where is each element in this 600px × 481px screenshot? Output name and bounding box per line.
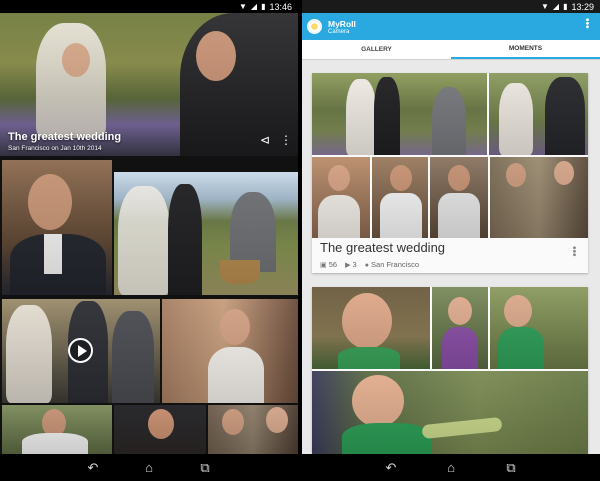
signal-icon: ◢: [552, 1, 560, 11]
status-time: 13:29: [571, 1, 594, 12]
overflow-menu-icon[interactable]: ⋮: [280, 133, 292, 147]
tab-moments[interactable]: MOMENTS: [451, 40, 600, 59]
play-video-icon[interactable]: [68, 338, 93, 363]
photo-bride-laughing[interactable]: [162, 299, 298, 403]
home-icon[interactable]: ⌂: [138, 460, 160, 475]
location-stat: ● San Francisco: [365, 260, 419, 269]
videos-stat: ▶ 3: [345, 260, 357, 269]
screenshot-stage: ▼ ◢ ▮ 13:46 The greatest wedding San Fra…: [0, 0, 600, 481]
card-photo-officiant: [430, 157, 488, 238]
card-photo-groom-laughing: [372, 157, 428, 238]
card-overflow-icon[interactable]: •••: [568, 246, 579, 257]
wifi-icon: ▼: [238, 1, 247, 11]
photo-groom-portrait[interactable]: [2, 160, 112, 295]
tab-gallery[interactable]: GALLERY: [302, 40, 451, 59]
wifi-icon: ▼: [540, 1, 549, 11]
photos-stat: ▣ 56: [320, 260, 337, 269]
card-photo-girl: [432, 287, 488, 369]
hero-title: The greatest wedding: [8, 131, 122, 143]
photo-icon: ▣: [320, 262, 327, 269]
home-icon[interactable]: ⌂: [440, 460, 462, 475]
status-bar: ▼ ◢ ▮ 13:29: [302, 0, 600, 13]
battery-icon: ▮: [261, 1, 266, 11]
photo-ceremony[interactable]: [114, 172, 298, 295]
left-phone-screen: ▼ ◢ ▮ 13:46 The greatest wedding San Fra…: [0, 0, 298, 481]
photo-guest-outdoor[interactable]: [2, 405, 112, 455]
video-icon: ▶: [345, 262, 351, 269]
app-logo-icon[interactable]: [307, 19, 322, 34]
card-photo-couple-rings: [489, 73, 588, 155]
recents-icon[interactable]: ⧉: [500, 460, 522, 476]
signal-icon: ◢: [250, 1, 258, 11]
status-bar: ▼ ◢ ▮ 13:46: [0, 0, 298, 13]
app-bar: MyRoll Camera •••: [302, 13, 600, 40]
app-title-group[interactable]: MyRoll Camera: [328, 19, 356, 35]
back-icon[interactable]: ↶: [380, 460, 402, 476]
status-time: 13:46: [269, 1, 292, 12]
photos-count: 56: [328, 260, 338, 269]
card-photo-boy-eating: [312, 371, 588, 457]
hero-actions: ⊲ ⋮: [260, 133, 292, 147]
moment-card[interactable]: [312, 287, 588, 457]
location-pin-icon: ●: [364, 262, 369, 269]
card-photo-ceremony: [312, 73, 487, 155]
app-subtitle: Camera: [328, 28, 350, 35]
hero-caption: The greatest wedding San Francisco on Ja…: [8, 131, 121, 152]
battery-icon: ▮: [563, 1, 568, 11]
moment-card[interactable]: The greatest wedding ▣ 56 ▶ 3 ● San Fran…: [312, 73, 588, 273]
photo-eating[interactable]: [114, 405, 206, 455]
recents-icon[interactable]: ⧉: [194, 460, 216, 476]
card-meta: The greatest wedding ▣ 56 ▶ 3 ● San Fran…: [312, 238, 588, 273]
card-photo-bride: [312, 157, 370, 238]
right-phone-screen: ▼ ◢ ▮ 13:29 MyRoll Camera ••• GALLERY MO…: [302, 0, 600, 481]
overflow-menu-icon[interactable]: •••: [581, 18, 592, 29]
videos-count: 3: [352, 260, 357, 269]
share-icon[interactable]: ⊲: [260, 133, 270, 147]
card-photo-guests: [490, 157, 588, 238]
hero-subtitle: San Francisco on Jan 10th 2014: [8, 145, 102, 152]
card-photo-boy-smiling: [312, 287, 430, 369]
location-text: San Francisco: [371, 260, 419, 269]
card-photo-child-corn: [490, 287, 588, 369]
nav-bar: ↶ ⌂ ⧉: [0, 454, 298, 481]
tab-bar: GALLERY MOMENTS: [302, 40, 600, 60]
card-stats: ▣ 56 ▶ 3 ● San Francisco: [320, 260, 580, 269]
nav-bar: ↶ ⌂ ⧉: [302, 454, 600, 481]
card-title: The greatest wedding: [320, 240, 446, 255]
back-icon[interactable]: ↶: [82, 460, 104, 476]
photo-guests-group[interactable]: [208, 405, 298, 455]
app-title: MyRoll: [328, 18, 356, 29]
